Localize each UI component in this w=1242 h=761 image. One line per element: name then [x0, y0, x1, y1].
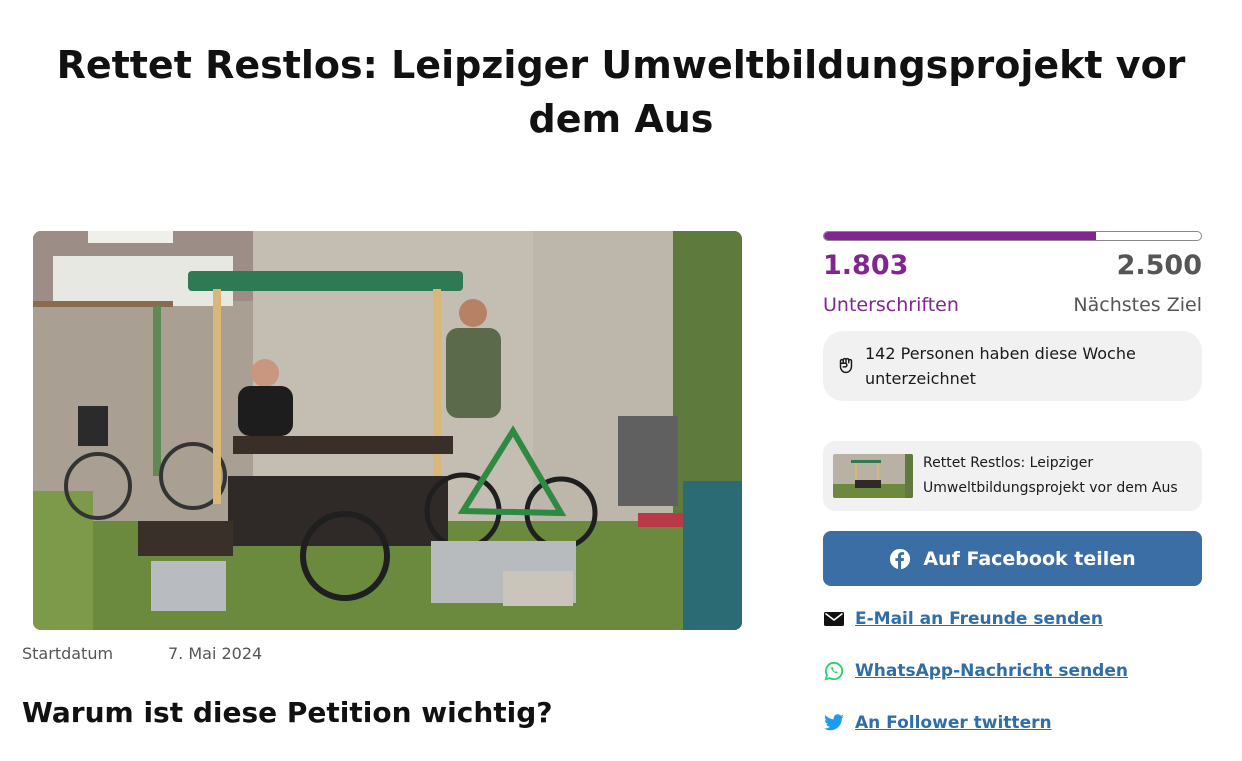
whatsapp-icon	[823, 660, 845, 682]
share-email-link[interactable]: E-Mail an Freunde senden	[823, 608, 1103, 630]
envelope-icon	[823, 608, 845, 630]
weekly-signers-text: 142 Personen haben diese Woche unterzeic…	[865, 344, 1136, 388]
signature-progress-bar	[823, 231, 1202, 241]
why-important-heading: Warum ist diese Petition wichtig?	[22, 696, 553, 729]
start-date-label: Startdatum	[22, 644, 114, 663]
share-twitter-label: An Follower twittern	[855, 713, 1052, 733]
share-preview-title: Rettet Restlos: Leipziger Umweltbildungs…	[923, 455, 1178, 496]
share-facebook-button[interactable]: Auf Facebook teilen	[823, 531, 1202, 586]
twitter-bird-icon	[823, 712, 845, 734]
page-title: Rettet Restlos: Leipziger Umweltbildungs…	[56, 43, 1186, 141]
share-email-label: E-Mail an Freunde senden	[855, 609, 1103, 629]
petition-page: Rettet Restlos: Leipziger Umweltbildungs…	[0, 0, 1242, 761]
signature-count: 1.803	[823, 250, 909, 281]
share-twitter-link[interactable]: An Follower twittern	[823, 712, 1052, 734]
share-preview-thumbnail	[833, 454, 913, 498]
signature-count-label: Unterschriften	[823, 294, 959, 316]
weekly-signers-box: 142 Personen haben diese Woche unterzeic…	[823, 331, 1202, 401]
share-whatsapp-link[interactable]: WhatsApp-Nachricht senden	[823, 660, 1128, 682]
raised-fist-icon	[839, 358, 853, 374]
signature-progress-fill	[824, 232, 1096, 240]
share-preview-card: Rettet Restlos: Leipziger Umweltbildungs…	[823, 441, 1202, 511]
hero-image	[33, 231, 742, 630]
share-preview-thumbnail-image	[833, 454, 913, 498]
share-facebook-label: Auf Facebook teilen	[923, 547, 1136, 570]
start-date-value: 7. Mai 2024	[168, 644, 263, 663]
signature-goal-label: Nächstes Ziel	[1073, 294, 1202, 316]
facebook-icon	[890, 548, 911, 569]
signature-goal: 2.500	[1116, 250, 1202, 281]
share-whatsapp-label: WhatsApp-Nachricht senden	[855, 661, 1128, 681]
hero-photo-illustration	[33, 231, 742, 630]
